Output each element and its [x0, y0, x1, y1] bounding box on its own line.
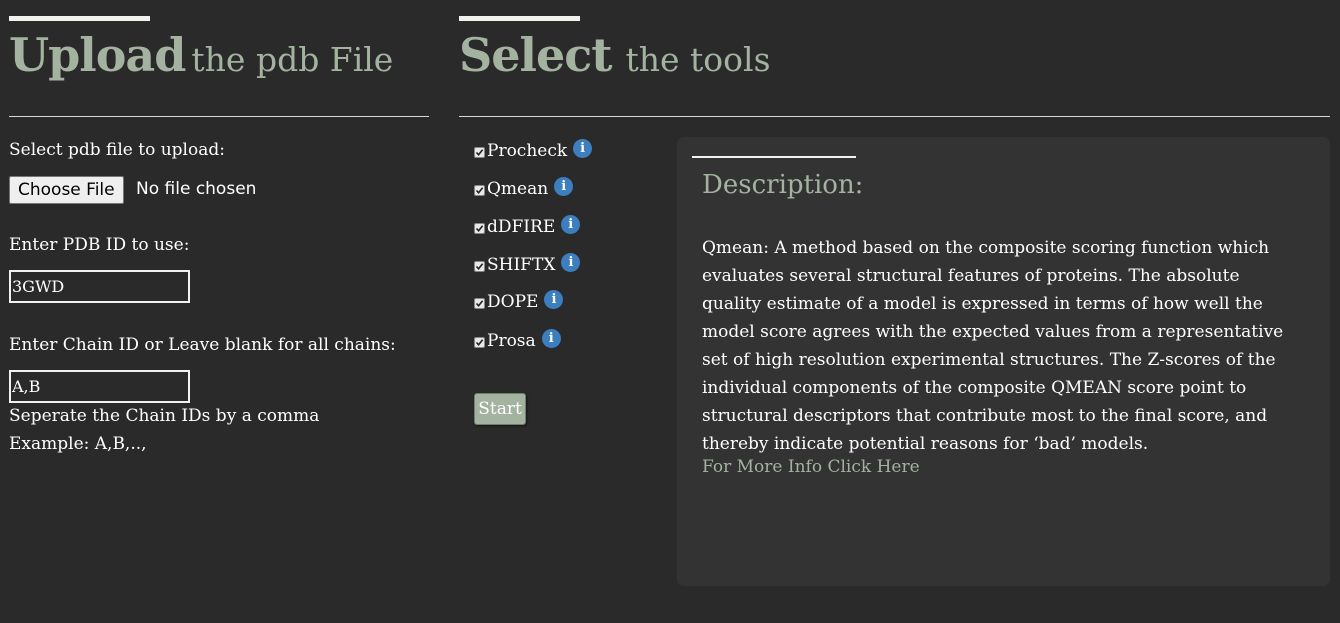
dope-label: DOPE	[487, 292, 539, 312]
tool-item-prosa: Prosa i	[474, 328, 561, 353]
chain-id-input[interactable]	[9, 370, 190, 403]
chain-example: Example: A,B,..,	[9, 434, 147, 454]
upload-divider	[9, 116, 429, 117]
upload-accent-bar	[9, 16, 150, 21]
upload-title-small: the pdb File	[191, 40, 394, 79]
prosa-label: Prosa	[487, 331, 536, 351]
tool-item-procheck: Procheck i	[474, 138, 593, 163]
tool-item-ddfire: dDFIRE i	[474, 214, 581, 239]
procheck-label: Procheck	[487, 141, 568, 161]
shiftx-label: SHIFTX	[487, 255, 556, 275]
tools-title-small: the tools	[625, 40, 771, 79]
chain-id-label: Enter Chain ID or Leave blank for all ch…	[9, 335, 396, 355]
upload-section-title: Upload the pdb File	[9, 28, 393, 82]
description-text: Qmean: A method based on the composite s…	[702, 238, 1284, 454]
choose-file-button[interactable]: Choose File	[9, 176, 124, 204]
pdb-id-label: Enter PDB ID to use:	[9, 235, 190, 255]
description-accent-bar	[692, 156, 856, 158]
file-upload-label: Select pdb file to upload:	[9, 140, 225, 160]
qmean-label: Qmean	[487, 179, 549, 199]
tools-divider	[459, 116, 1330, 117]
file-status-text: No file chosen	[136, 179, 257, 199]
ddfire-info-icon[interactable]: i	[561, 214, 581, 234]
procheck-info-icon[interactable]: i	[573, 138, 593, 158]
tool-item-qmean: Qmean i	[474, 176, 574, 201]
dope-info-icon[interactable]: i	[544, 289, 564, 309]
tools-accent-bar	[459, 16, 580, 21]
tool-item-shiftx: SHIFTX i	[474, 252, 581, 277]
tools-title-big: Select	[459, 28, 612, 82]
prosa-info-icon[interactable]: i	[541, 328, 561, 348]
start-button[interactable]: Start	[474, 393, 526, 425]
procheck-checkbox[interactable]	[474, 146, 485, 158]
description-title: Description:	[702, 170, 864, 200]
more-info-link[interactable]: For More Info Click Here	[702, 457, 920, 477]
qmean-info-icon[interactable]: i	[554, 176, 574, 196]
shiftx-info-icon[interactable]: i	[561, 252, 581, 272]
qmean-checkbox[interactable]	[474, 184, 485, 196]
prosa-checkbox[interactable]	[474, 336, 485, 348]
dope-checkbox[interactable]	[474, 297, 485, 309]
ddfire-checkbox[interactable]	[474, 222, 485, 234]
chain-hint: Seperate the Chain IDs by a comma	[9, 406, 320, 426]
pdb-id-input[interactable]	[9, 270, 190, 303]
description-panel: Description: Qmean: A method based on th…	[677, 137, 1330, 586]
upload-title-big: Upload	[9, 28, 186, 82]
tool-item-dope: DOPE i	[474, 289, 564, 314]
shiftx-checkbox[interactable]	[474, 260, 485, 272]
ddfire-label: dDFIRE	[487, 217, 556, 237]
tools-section-title: Select the tools	[459, 28, 771, 82]
page: Upload the pdb File Select pdb file to up…	[0, 0, 1340, 623]
